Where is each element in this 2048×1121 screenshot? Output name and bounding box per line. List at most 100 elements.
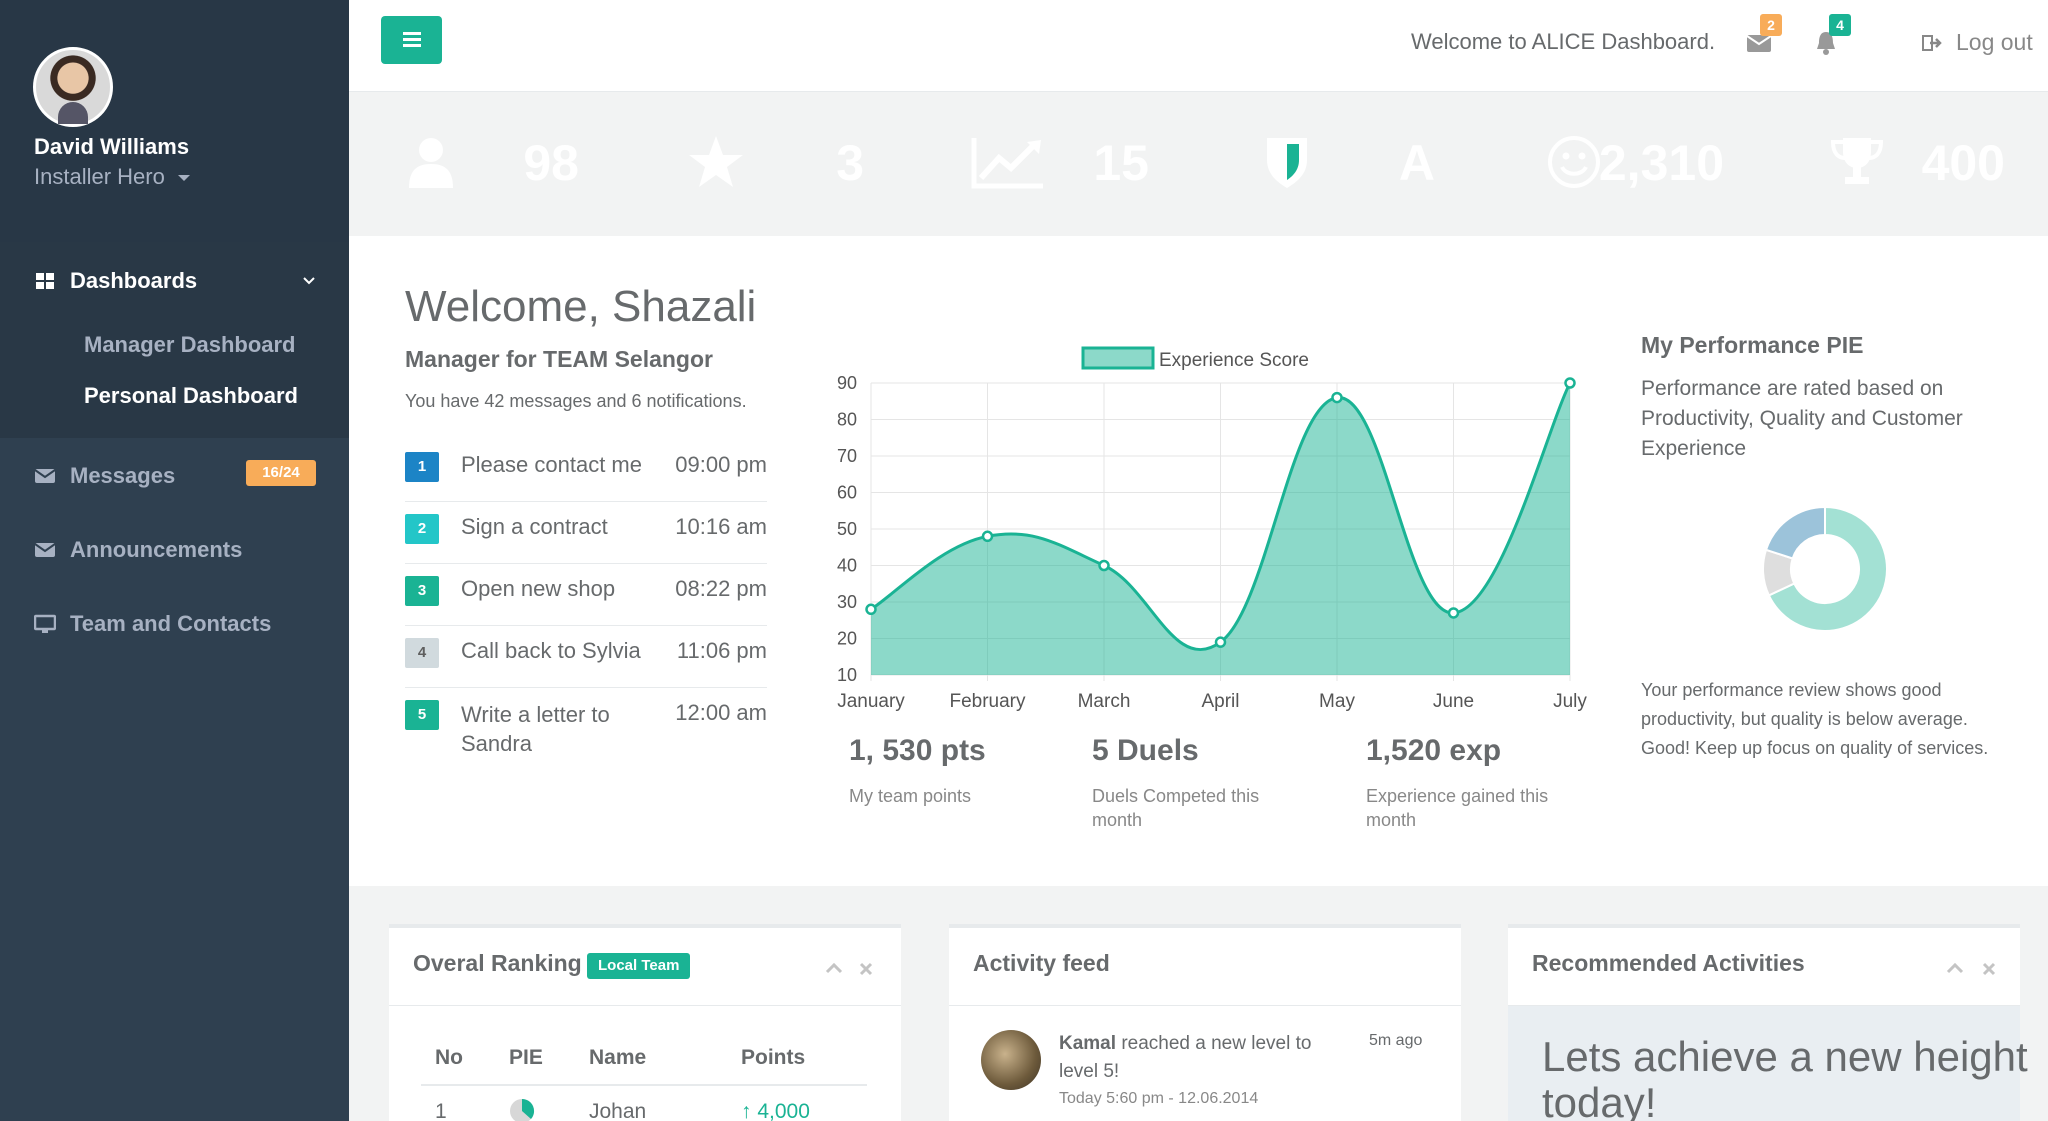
stat-value: 98 xyxy=(523,135,579,191)
kpi-experience-label: Experience gained this month xyxy=(1366,786,1549,830)
shield-icon xyxy=(1267,138,1307,188)
column-header-points[interactable]: Points xyxy=(741,1046,805,1070)
data-point[interactable] xyxy=(981,530,994,543)
y-tick-label: 10 xyxy=(837,665,857,685)
performance-title: My Performance PIE xyxy=(1641,332,1864,358)
feed-avatar[interactable] xyxy=(981,1030,1041,1090)
nav-announcements-label: Announcements xyxy=(70,537,243,562)
performance-donut-chart xyxy=(1762,505,1888,632)
feed-user[interactable]: Kamal xyxy=(1059,1033,1116,1054)
local-team-label: Local Team xyxy=(587,953,691,979)
ranking-row-points: ↑ 4,000 xyxy=(741,1100,810,1121)
kpi-experience: 1,520 exp xyxy=(1366,734,1502,767)
nav-messages-label: Messages xyxy=(70,463,176,488)
x-tick-label: June xyxy=(1433,691,1474,712)
y-tick-label: 60 xyxy=(837,483,857,503)
profile-name: David Williams xyxy=(34,134,190,159)
column-header-no[interactable]: No xyxy=(435,1046,463,1070)
stat-value: 400 xyxy=(1921,135,2005,191)
x-tick-label: April xyxy=(1201,691,1239,712)
performance-description: Performance are rated based on Productiv… xyxy=(1641,377,1963,460)
y-tick-label: 30 xyxy=(837,592,857,612)
close-icon[interactable] xyxy=(859,962,873,976)
column-header-pie[interactable]: PIE xyxy=(509,1046,543,1070)
data-point[interactable] xyxy=(865,603,877,616)
x-tick-label: March xyxy=(1078,691,1131,712)
table-divider xyxy=(421,1084,867,1086)
collapse-icon[interactable] xyxy=(1946,962,1964,974)
feed-item-text: Kamal reached a new level to level 5! xyxy=(1059,1030,1349,1086)
performance-review: Your performance review shows good produ… xyxy=(1641,680,1989,758)
stat-card-users[interactable]: 98 xyxy=(373,108,609,218)
nav-dashboards[interactable]: Dashboards xyxy=(34,268,197,294)
data-point[interactable] xyxy=(1214,636,1227,648)
kpi-duels-label: Duels Competed this month xyxy=(1092,786,1260,830)
x-tick-label: July xyxy=(1553,691,1587,712)
feed-time: 5m ago xyxy=(1369,1032,1423,1049)
recommended-text: Lets achieve a new height today! xyxy=(1542,1033,2028,1121)
nav-messages[interactable]: Messages xyxy=(34,463,175,489)
column-header-name[interactable]: Name xyxy=(589,1046,646,1070)
data-point[interactable] xyxy=(1098,559,1110,572)
nav-manager-dashboard[interactable]: Manager Dashboard xyxy=(84,332,296,358)
stat-card-trophy[interactable]: 400 xyxy=(1799,108,2035,218)
activity-feed-panel: Activity feed Kamal reached a new level … xyxy=(949,924,1461,1121)
top-navbar: Welcome to ALICE Dashboard. 2 4 Log out xyxy=(349,0,2048,92)
close-icon[interactable] xyxy=(1982,962,1996,976)
envelope-icon xyxy=(34,543,56,557)
avatar[interactable] xyxy=(33,47,113,127)
arrow-up-icon: ↑ xyxy=(741,1100,752,1121)
nav-announcements[interactable]: Announcements xyxy=(34,537,242,563)
sign-out-icon xyxy=(1922,34,1942,51)
envelope-icon xyxy=(34,469,56,483)
messages-badge: 16/24 xyxy=(246,460,316,486)
profile-role: Installer Hero xyxy=(34,164,165,189)
nav-personal-dashboard[interactable]: Personal Dashboard xyxy=(84,383,298,409)
kpi-duels: 5 Duels xyxy=(1092,734,1199,767)
x-tick-label: February xyxy=(949,691,1026,712)
nav-team-contacts-label: Team and Contacts xyxy=(70,611,272,636)
welcome-message: Welcome to ALICE Dashboard. xyxy=(1411,29,1716,54)
user-icon xyxy=(409,138,453,188)
stat-card-satisfaction[interactable]: 2,310 xyxy=(1514,108,1750,218)
nav-dashboards-label: Dashboards xyxy=(70,268,198,293)
kpi-team-points: 1, 530 pts xyxy=(849,734,986,767)
caret-down-icon xyxy=(177,175,190,182)
collapse-icon[interactable] xyxy=(825,962,843,974)
y-tick-label: 80 xyxy=(837,410,857,430)
logout-label: Log out xyxy=(1956,29,2033,55)
recommended-panel: Recommended Activities Lets achieve a ne… xyxy=(1508,924,2028,1121)
donut-slice[interactable] xyxy=(1764,505,1826,560)
ranking-row-points-value: 4,000 xyxy=(757,1100,810,1121)
data-point[interactable] xyxy=(1331,391,1343,404)
stat-value: A xyxy=(1398,135,1435,191)
stat-card-growth[interactable]: 15 xyxy=(943,108,1179,218)
legend-swatch xyxy=(1081,346,1155,370)
recommended-title: Recommended Activities xyxy=(1532,950,1805,976)
dashboard-grid-icon xyxy=(36,273,54,289)
data-point[interactable] xyxy=(1447,607,1460,619)
trophy-icon xyxy=(1830,138,1884,184)
feed-date: Today 5:60 pm - 12.06.2014 xyxy=(1059,1090,1259,1107)
line-chart-icon xyxy=(971,138,1043,189)
logout-link[interactable]: Log out xyxy=(1922,29,2033,56)
x-tick-label: January xyxy=(837,691,905,712)
chevron-down-icon[interactable] xyxy=(302,276,316,286)
stat-card-grade[interactable]: A xyxy=(1229,108,1465,218)
star-icon xyxy=(689,136,743,187)
dashboard-main-panel: Welcome, Shazali Manager for TEAM Selang… xyxy=(349,236,2048,886)
mail-count-badge: 2 xyxy=(1760,14,1782,36)
kpi-team-points-label: My team points xyxy=(849,786,972,806)
data-point[interactable] xyxy=(1564,377,1576,389)
y-tick-label: 40 xyxy=(837,556,857,576)
monitor-icon xyxy=(34,614,56,633)
y-tick-label: 20 xyxy=(837,629,857,649)
activity-feed-title: Activity feed xyxy=(973,950,1110,976)
stat-value: 15 xyxy=(1093,135,1149,191)
nav-team-contacts[interactable]: Team and Contacts xyxy=(34,611,271,637)
menu-toggle-button[interactable] xyxy=(381,16,442,64)
profile-role-dropdown[interactable]: Installer Hero xyxy=(34,164,191,190)
ranking-title: Overal Ranking xyxy=(413,950,582,976)
sidebar: David Williams Installer Hero Dashboards… xyxy=(0,0,349,1121)
stat-card-stars[interactable]: 3 xyxy=(658,108,894,218)
